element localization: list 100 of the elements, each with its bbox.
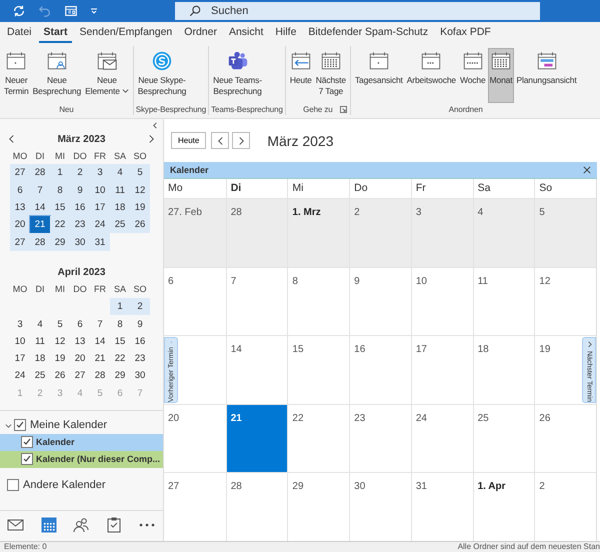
menu-tab[interactable]: Hilfe	[270, 23, 302, 43]
date-cell[interactable]: 13	[10, 198, 30, 216]
date-cell[interactable]: 6	[70, 315, 90, 333]
date-cell[interactable]: 15	[110, 332, 130, 350]
day-cell[interactable]: 16	[349, 335, 411, 404]
date-cell[interactable]: 30	[130, 367, 150, 385]
menu-tab[interactable]: Datei	[2, 23, 37, 43]
day-cell[interactable]: 15	[287, 335, 350, 404]
ribbon-button[interactable]: Tagesansicht	[352, 48, 405, 103]
date-cell[interactable]: 30	[70, 233, 90, 251]
day-cell[interactable]: 9	[349, 266, 411, 336]
date-cell[interactable]: 24	[10, 367, 30, 385]
ribbon-button[interactable]: Neue Besprechung	[30, 48, 84, 103]
day-cell[interactable]: 22	[287, 404, 350, 472]
date-cell[interactable]: 3	[10, 315, 30, 333]
caret-icon[interactable]	[90, 7, 98, 15]
date-cell[interactable]: 1	[110, 298, 130, 316]
date-cell[interactable]: 9	[130, 315, 150, 333]
day-cell[interactable]: 24	[410, 404, 473, 472]
date-cell[interactable]: 20	[10, 216, 30, 234]
day-cell[interactable]: 2	[349, 198, 411, 267]
ribbon-button[interactable]: Nächste 7 Tage	[314, 48, 348, 103]
date-cell[interactable]: 27	[10, 233, 30, 251]
date-cell[interactable]: 17	[90, 198, 110, 216]
date-cell[interactable]: 23	[130, 350, 150, 368]
date-cell[interactable]: 1	[50, 164, 70, 182]
date-cell[interactable]: 11	[110, 182, 130, 199]
day-cell[interactable]: 6	[164, 266, 226, 336]
folder-label[interactable]: Andere Kalender	[23, 479, 106, 492]
collapse-icon[interactable]	[152, 122, 159, 129]
date-cell[interactable]: 8	[50, 182, 70, 199]
date-cell[interactable]: 16	[70, 198, 90, 216]
date-cell[interactable]: 7	[30, 182, 50, 199]
date-cell[interactable]: 10	[10, 332, 30, 350]
date-cell[interactable]: 5	[50, 315, 70, 333]
previous-button[interactable]	[211, 132, 230, 149]
ribbon-button[interactable]: Monat	[488, 48, 514, 103]
day-cell[interactable]: 8	[287, 266, 350, 336]
ribbon-button[interactable]: Neuer Termin	[2, 48, 31, 103]
date-cell[interactable]: 10	[90, 182, 110, 199]
date-cell[interactable]: 14	[90, 332, 110, 350]
date-cell[interactable]: 13	[70, 332, 90, 350]
date-cell[interactable]: 26	[50, 367, 70, 385]
date-cell[interactable]: 15	[50, 198, 70, 216]
date-cell[interactable]: 18	[30, 350, 50, 368]
date-cell[interactable]: 3	[90, 164, 110, 182]
day-cell[interactable]: 5	[534, 198, 596, 267]
menu-tab[interactable]: Bitdefender Spam-Schutz	[303, 23, 434, 43]
checkbox[interactable]	[14, 419, 26, 432]
checkbox[interactable]	[21, 436, 33, 448]
calendar-item[interactable]: Kalender (Nur dieser Comp...	[0, 450, 163, 468]
ribbon-button[interactable]: Woche	[458, 48, 488, 103]
ribbon-button[interactable]: Arbeitswoche	[404, 48, 458, 103]
close-icon[interactable]	[583, 166, 591, 174]
date-cell[interactable]: 27	[70, 367, 90, 385]
date-cell[interactable]: 4	[110, 164, 130, 182]
date-cell[interactable]: 28	[30, 164, 50, 182]
checkbox[interactable]	[7, 479, 19, 492]
day-cell[interactable]: 23	[349, 404, 411, 472]
date-cell[interactable]: 4	[30, 315, 50, 333]
date-cell[interactable]: 7	[90, 315, 110, 333]
next-button[interactable]	[232, 132, 250, 149]
ribbon-button[interactable]: Heute	[288, 48, 314, 103]
date-cell[interactable]: 16	[130, 332, 150, 350]
date-cell[interactable]: 17	[10, 350, 30, 368]
today-button[interactable]: Heute	[171, 132, 206, 149]
date-cell[interactable]: 5	[130, 164, 150, 182]
date-cell[interactable]: 19	[50, 350, 70, 368]
day-cell[interactable]: 25	[472, 404, 534, 472]
day-cell[interactable]: 21	[226, 404, 288, 472]
date-cell[interactable]: 22	[110, 350, 130, 368]
date-cell[interactable]: 11	[30, 332, 50, 350]
checkbox[interactable]	[21, 453, 33, 466]
day-cell[interactable]: 12	[534, 266, 596, 336]
day-cell[interactable]: 3	[410, 198, 473, 267]
layout-icon[interactable]	[64, 4, 78, 18]
ribbon-button[interactable]: Planungsansicht	[514, 48, 579, 103]
date-cell[interactable]: 25	[110, 216, 130, 234]
date-cell[interactable]: 12	[50, 332, 70, 350]
day-cell[interactable]: 10	[410, 266, 473, 336]
date-cell[interactable]: 21	[90, 350, 110, 368]
date-cell[interactable]: 21	[30, 216, 50, 234]
menu-tab[interactable]: Kofax PDF	[435, 23, 496, 43]
day-cell[interactable]: 1. Mrz	[287, 198, 350, 267]
day-cell[interactable]: 27. Feb	[164, 198, 226, 267]
expand-chevron-icon[interactable]	[5, 422, 12, 429]
date-cell[interactable]: 2	[130, 298, 150, 316]
calendar-item[interactable]: Kalender	[0, 434, 163, 451]
date-cell[interactable]: 8	[110, 315, 130, 333]
day-cell[interactable]: 11	[472, 266, 534, 336]
day-cell[interactable]: 7	[226, 266, 288, 336]
menu-tab[interactable]: Senden/Empfangen	[74, 23, 178, 43]
date-cell[interactable]: 20	[70, 350, 90, 368]
date-cell[interactable]: 29	[110, 367, 130, 385]
ribbon-button[interactable]: Neue Teams- Besprechung	[211, 48, 264, 103]
ribbon-button[interactable]: Neue Elemente	[83, 48, 131, 103]
date-cell[interactable]: 31	[90, 233, 110, 251]
date-cell[interactable]: 12	[130, 182, 150, 199]
folder-label[interactable]: Meine Kalender	[30, 419, 108, 432]
date-cell[interactable]: 18	[110, 198, 130, 216]
